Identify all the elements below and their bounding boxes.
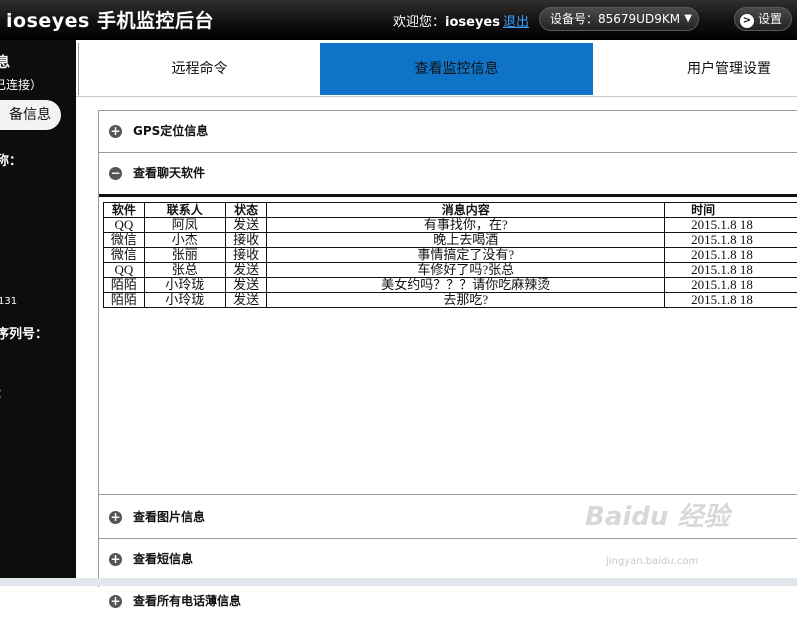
- device-selector[interactable]: 设备号：85679UD9KM ▼: [539, 7, 699, 31]
- column-header: 软件: [104, 203, 145, 218]
- device-label: 设备号：85679UD9KM: [550, 12, 680, 26]
- chat-records-area: 软件 联系人 状态 消息内容 时间 QQ 阿凤 发送 有事找你，在? 2015.…: [99, 194, 797, 495]
- bottom-strip: [0, 578, 797, 586]
- cell-time: 2015.1.8 18: [665, 248, 797, 263]
- cell-time: 2015.1.8 18: [665, 278, 797, 293]
- table-header-row: 软件 联系人 状态 消息内容 时间: [104, 203, 797, 218]
- username: ioseyes: [445, 15, 500, 30]
- column-header: 联系人: [144, 203, 225, 218]
- cell-status: 发送: [225, 278, 267, 293]
- device-info-button[interactable]: 备信息: [0, 100, 61, 130]
- cell-message: 美女约吗？？？请你吃麻辣烫: [267, 278, 665, 293]
- cell-app: QQ: [104, 263, 145, 278]
- cell-app: 陌陌: [104, 278, 145, 293]
- chevron-right-icon: >: [740, 14, 754, 28]
- connection-status: 已连接）: [0, 76, 42, 93]
- cell-message: 车修好了吗?张总: [267, 263, 665, 278]
- plus-circle-icon: +: [109, 511, 122, 524]
- column-header: 消息内容: [267, 203, 665, 218]
- cell-time: 2015.1.8 18: [665, 218, 797, 233]
- cell-message: 去那吃?: [267, 293, 665, 308]
- sidebar: 息 已连接） 备信息 称： 131 序列号： ：: [0, 40, 76, 586]
- plus-circle-icon: +: [109, 553, 122, 566]
- cell-status: 发送: [225, 293, 267, 308]
- minus-circle-icon: −: [109, 167, 122, 180]
- cell-contact: 阿凤: [144, 218, 225, 233]
- cell-app: 陌陌: [104, 293, 145, 308]
- settings-button[interactable]: > 设置: [734, 7, 792, 31]
- welcome-prefix: 欢迎您：: [393, 15, 445, 30]
- column-header: 时间: [665, 203, 797, 218]
- cell-app: QQ: [104, 218, 145, 233]
- settings-label: 设置: [758, 12, 782, 26]
- accordion-label: 查看图片信息: [133, 508, 205, 525]
- cell-time: 2015.1.8 18: [665, 293, 797, 308]
- cell-contact: 小玲珑: [144, 293, 225, 308]
- top-bar: ioseyes 手机监控后台 欢迎您：ioseyes 退出 设备号：85679U…: [0, 0, 797, 40]
- cell-message: 事情搞定了没有?: [267, 248, 665, 263]
- cell-status: 接收: [225, 233, 267, 248]
- chevron-down-icon: ▼: [684, 8, 692, 30]
- cell-app: 微信: [104, 233, 145, 248]
- accordion-label: 查看短信息: [133, 550, 193, 567]
- tab-bar: 远程命令 查看监控信息 用户管理设置: [76, 40, 797, 97]
- tab-remote-command[interactable]: 远程命令: [79, 43, 320, 95]
- table-row: 陌陌 小玲珑 发送 去那吃? 2015.1.8 18: [104, 293, 797, 308]
- plus-circle-icon: +: [109, 125, 122, 138]
- tab-view-monitoring[interactable]: 查看监控信息: [320, 43, 593, 95]
- table-row: QQ 张总 发送 车修好了吗?张总 2015.1.8 18: [104, 263, 797, 278]
- cell-contact: 张丽: [144, 248, 225, 263]
- cell-status: 发送: [225, 263, 267, 278]
- accordion-phonebook[interactable]: + 查看所有电话薄信息: [99, 581, 797, 622]
- serial-number-label: 序列号：: [0, 323, 48, 342]
- phone-number-fragment: 131: [0, 296, 17, 307]
- logout-link[interactable]: 退出: [503, 11, 529, 30]
- cell-status: 接收: [225, 248, 267, 263]
- watermark-url: jingyan.baidu.com: [606, 556, 698, 567]
- cell-app: 微信: [104, 248, 145, 263]
- tab-user-settings[interactable]: 用户管理设置: [593, 43, 797, 95]
- divider: [99, 194, 797, 197]
- cell-contact: 小玲珑: [144, 278, 225, 293]
- cell-message: 有事找你，在?: [267, 218, 665, 233]
- cell-status: 发送: [225, 218, 267, 233]
- sidebar-title: 息: [0, 52, 10, 72]
- plus-circle-icon: +: [109, 595, 122, 608]
- table-row: 陌陌 小玲珑 发送 美女约吗？？？请你吃麻辣烫 2015.1.8 18: [104, 278, 797, 293]
- cell-contact: 张总: [144, 263, 225, 278]
- column-header: 状态: [225, 203, 267, 218]
- cell-time: 2015.1.8 18: [665, 233, 797, 248]
- accordion-gps[interactable]: + GPS定位信息: [99, 111, 797, 153]
- nickname-label: 称：: [0, 150, 22, 169]
- accordion-chat[interactable]: − 查看聊天软件: [99, 153, 797, 194]
- version-label: ：: [0, 383, 9, 402]
- accordion-label: 查看所有电话薄信息: [133, 592, 241, 609]
- chat-table: 软件 联系人 状态 消息内容 时间 QQ 阿凤 发送 有事找你，在? 2015.…: [103, 202, 797, 308]
- table-row: QQ 阿凤 发送 有事找你，在? 2015.1.8 18: [104, 218, 797, 233]
- watermark-logo: Baidu 经验: [585, 496, 729, 533]
- table-row: 微信 小杰 接收 晚上去喝酒 2015.1.8 18: [104, 233, 797, 248]
- cell-message: 晚上去喝酒: [267, 233, 665, 248]
- cell-contact: 小杰: [144, 233, 225, 248]
- table-row: 微信 张丽 接收 事情搞定了没有? 2015.1.8 18: [104, 248, 797, 263]
- cell-time: 2015.1.8 18: [665, 263, 797, 278]
- app-title: ioseyes 手机监控后台: [6, 6, 214, 33]
- accordion-label: 查看聊天软件: [133, 164, 205, 181]
- welcome-text: 欢迎您：ioseyes: [393, 11, 500, 30]
- accordion-label: GPS定位信息: [133, 122, 208, 139]
